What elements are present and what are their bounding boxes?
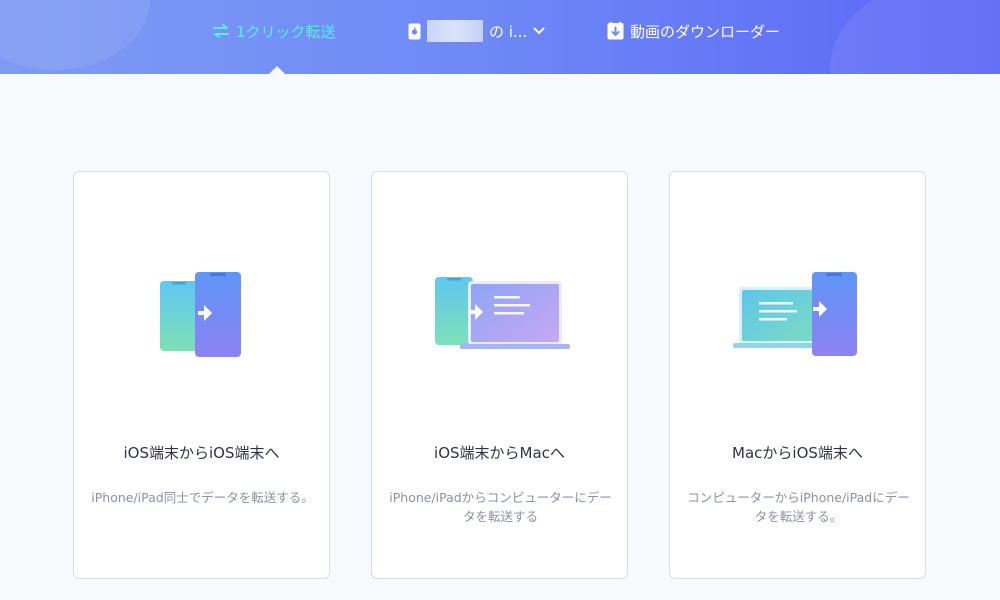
download-icon	[607, 22, 624, 40]
transfer-arrows-icon	[212, 24, 230, 38]
card-description: コンピューターからiPhone/iPadにデータを転送する。	[687, 490, 910, 524]
decorative-circle	[0, 0, 150, 70]
mac-to-phone-illustration	[670, 264, 925, 364]
mode-card-mac-to-ios[interactable]: MacからiOS端末へ コンピューターからiPhone/iPadにデータを転送す…	[669, 171, 926, 579]
top-navigation-bar: 1クリック転送 の i... 動画のダウンローダー	[0, 0, 1000, 74]
phone-to-phone-illustration	[74, 264, 329, 364]
card-title: iOS端末からMacへ	[434, 444, 565, 462]
card-title: MacからiOS端末へ	[732, 444, 863, 462]
tab-one-click-transfer[interactable]: 1クリック転送	[212, 0, 336, 62]
apple-device-icon	[408, 23, 421, 40]
decorative-circle	[830, 0, 1000, 74]
chevron-down-icon	[533, 27, 545, 35]
mode-card-ios-to-mac[interactable]: iOS端末からMacへ iPhone/iPadからコンピューターにデータを転送す…	[371, 171, 628, 579]
device-selector-dropdown[interactable]: の i...	[408, 0, 545, 62]
tab-label: 動画のダウンローダー	[630, 22, 781, 41]
mode-card-ios-to-ios[interactable]: iOS端末からiOS端末へ iPhone/iPad同士でデータを転送する。	[73, 171, 330, 579]
card-description: iPhone/iPad同士でデータを転送する。	[91, 490, 314, 505]
active-tab-indicator	[268, 66, 286, 74]
redacted-device-name	[427, 20, 483, 42]
device-name-label: の i...	[489, 22, 528, 41]
tab-video-downloader[interactable]: 動画のダウンローダー	[607, 0, 780, 62]
phone-to-mac-illustration	[372, 264, 627, 364]
tab-label: 1クリック転送	[236, 22, 336, 41]
card-description: iPhone/iPadからコンピューターにデータを転送する	[389, 490, 612, 524]
card-title: iOS端末からiOS端末へ	[123, 444, 280, 462]
